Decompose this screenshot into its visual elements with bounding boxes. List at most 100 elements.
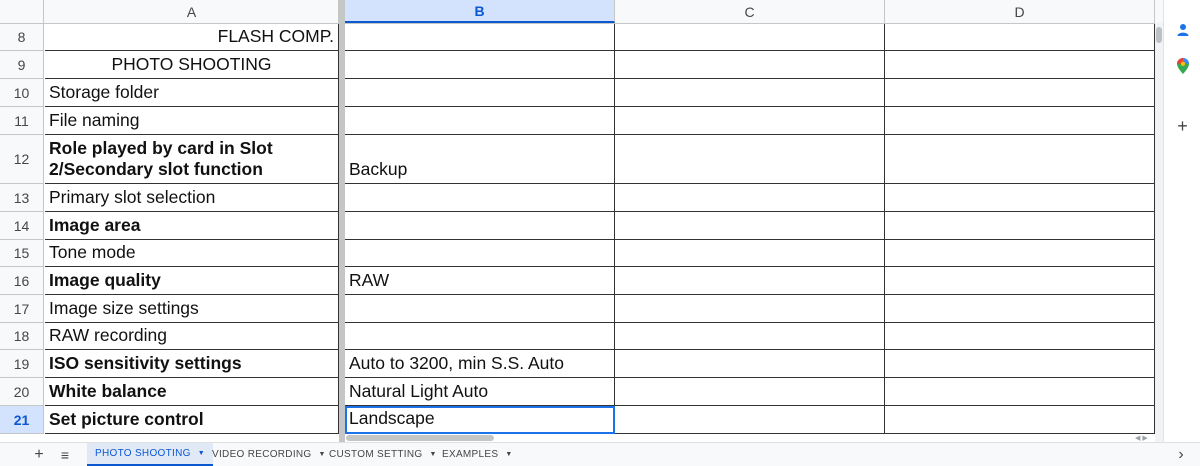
cell-b18[interactable] [345, 323, 615, 350]
cell-c12[interactable] [615, 135, 885, 184]
row-header[interactable]: 11 [0, 107, 44, 135]
active-cell-b21[interactable]: Landscape [345, 406, 615, 434]
cell-a13[interactable]: Primary slot selection [45, 184, 339, 212]
cell-d10[interactable] [885, 79, 1155, 107]
row-header[interactable]: 14 [0, 212, 44, 240]
sheet-tab-bar: + ≡ PHOTO SHOOTING ▼ VIDEO RECORDING ▼ C… [0, 442, 1200, 466]
cell-b19[interactable]: Auto to 3200, min S.S. Auto [345, 350, 615, 378]
table-row: 9 PHOTO SHOOTING [0, 51, 1163, 79]
row-header[interactable]: 16 [0, 267, 44, 295]
cell-c14[interactable] [615, 212, 885, 240]
cell-b14[interactable] [345, 212, 615, 240]
cell-b16[interactable]: RAW [345, 267, 615, 295]
cell-a8[interactable]: FLASH COMP. [45, 24, 339, 51]
frozen-column-divider[interactable] [339, 0, 345, 442]
cell-b10[interactable] [345, 79, 615, 107]
select-all-corner[interactable] [0, 0, 44, 23]
add-icon[interactable]: + [1164, 114, 1200, 138]
cell-b12[interactable]: Backup [345, 135, 615, 184]
cell-a18[interactable]: RAW recording [45, 323, 339, 350]
tab-label: PHOTO SHOOTING [95, 448, 191, 459]
row-header[interactable]: 12 [0, 135, 44, 184]
cell-c11[interactable] [615, 107, 885, 135]
row-header[interactable]: 17 [0, 295, 44, 323]
cell-a9[interactable]: PHOTO SHOOTING [45, 51, 339, 79]
row-header[interactable]: 9 [0, 51, 44, 79]
cell-b8[interactable] [345, 24, 615, 51]
row-header[interactable]: 18 [0, 323, 44, 350]
tab-label: CUSTOM SETTING [329, 449, 423, 460]
cell-c19[interactable] [615, 350, 885, 378]
row-header[interactable]: 20 [0, 378, 44, 406]
tab-label: VIDEO RECORDING [212, 449, 312, 460]
cell-a11[interactable]: File naming [45, 107, 339, 135]
row-header[interactable]: 15 [0, 240, 44, 267]
add-sheet-button[interactable]: + [30, 445, 48, 465]
row-header[interactable]: 13 [0, 184, 44, 212]
tab-examples[interactable]: EXAMPLES ▼ [434, 443, 521, 466]
cell-c10[interactable] [615, 79, 885, 107]
cell-c16[interactable] [615, 267, 885, 295]
column-header-b[interactable]: B [345, 0, 615, 23]
horizontal-scrollbar-thumb[interactable] [346, 435, 494, 441]
row-header[interactable]: 8 [0, 24, 44, 51]
cell-d17[interactable] [885, 295, 1155, 323]
cell-d13[interactable] [885, 184, 1155, 212]
cell-a17[interactable]: Image size settings [45, 295, 339, 323]
cell-b15[interactable] [345, 240, 615, 267]
cell-d18[interactable] [885, 323, 1155, 350]
cell-c15[interactable] [615, 240, 885, 267]
table-row: 18 RAW recording [0, 323, 1163, 350]
cell-c18[interactable] [615, 323, 885, 350]
cell-c17[interactable] [615, 295, 885, 323]
chevron-right-icon[interactable]: › [1172, 445, 1190, 465]
vertical-scrollbar-thumb[interactable] [1156, 27, 1162, 43]
cell-d9[interactable] [885, 51, 1155, 79]
tab-custom-setting[interactable]: CUSTOM SETTING ▼ [321, 443, 445, 466]
cell-a10[interactable]: Storage folder [45, 79, 339, 107]
tab-photo-shooting[interactable]: PHOTO SHOOTING ▼ [87, 443, 213, 466]
cell-b17[interactable] [345, 295, 615, 323]
cell-d8[interactable] [885, 24, 1155, 51]
tab-label: EXAMPLES [442, 449, 499, 460]
cell-c13[interactable] [615, 184, 885, 212]
cell-c20[interactable] [615, 378, 885, 406]
cell-d20[interactable] [885, 378, 1155, 406]
cell-a12[interactable]: Role played by card in Slot 2/Secondary … [45, 135, 339, 184]
cell-c9[interactable] [615, 51, 885, 79]
cell-b13[interactable] [345, 184, 615, 212]
cell-d11[interactable] [885, 107, 1155, 135]
sheet-list-icon[interactable]: ≡ [56, 445, 74, 465]
row-header[interactable]: 10 [0, 79, 44, 107]
cell-d15[interactable] [885, 240, 1155, 267]
cell-a20[interactable]: White balance [45, 378, 339, 406]
column-header-d[interactable]: D [885, 0, 1155, 23]
dropdown-caret-icon[interactable]: ▼ [505, 451, 512, 458]
cell-d16[interactable] [885, 267, 1155, 295]
cell-a21[interactable]: Set picture control [45, 406, 339, 434]
cell-d14[interactable] [885, 212, 1155, 240]
cell-d12[interactable] [885, 135, 1155, 184]
row-header[interactable]: 19 [0, 350, 44, 378]
maps-icon[interactable] [1164, 54, 1200, 78]
vertical-scrollbar[interactable] [1155, 23, 1163, 442]
tab-video-recording[interactable]: VIDEO RECORDING ▼ [204, 443, 334, 466]
cell-b20[interactable]: Natural Light Auto [345, 378, 615, 406]
contacts-icon[interactable] [1164, 18, 1200, 42]
column-header-a[interactable]: A [45, 0, 339, 23]
cell-a15[interactable]: Tone mode [45, 240, 339, 267]
cell-b11[interactable] [345, 107, 615, 135]
cell-c8[interactable] [615, 24, 885, 51]
cell-a19[interactable]: ISO sensitivity settings [45, 350, 339, 378]
cell-c21[interactable] [615, 406, 885, 434]
cell-d19[interactable] [885, 350, 1155, 378]
cell-a16[interactable]: Image quality [45, 267, 339, 295]
table-row: 17 Image size settings [0, 295, 1163, 323]
table-row: 19 ISO sensitivity settings Auto to 3200… [0, 350, 1163, 378]
cell-b9[interactable] [345, 51, 615, 79]
column-header-c[interactable]: C [615, 0, 885, 23]
cell-a14[interactable]: Image area [45, 212, 339, 240]
cell-d21[interactable] [885, 406, 1155, 434]
scroll-arrows-icon[interactable]: ◀▶ [1135, 434, 1150, 442]
row-header-selected[interactable]: 21 [0, 406, 44, 434]
